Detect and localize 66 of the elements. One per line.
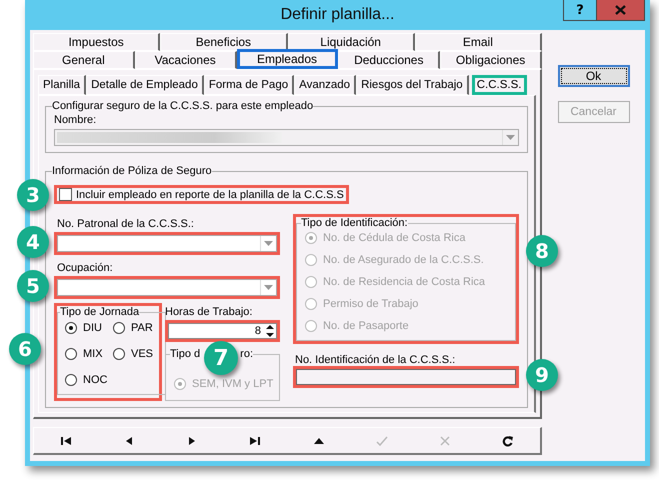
radio-label: NOC: [83, 374, 108, 386]
group-title: Tipo d: [170, 348, 200, 360]
callout-number: 8: [526, 235, 558, 267]
callout-number: 5: [17, 270, 49, 302]
radio-label: DIU: [83, 322, 102, 334]
refresh-icon: [502, 434, 514, 446]
first-record-icon: [60, 434, 72, 446]
tab[interactable]: Liquidación: [288, 33, 415, 51]
field-label: Nombre:: [54, 114, 98, 126]
field-label: No. Identificación de la C.C.S.S.:: [295, 354, 456, 366]
group-title: Tipo de Jornada: [60, 306, 140, 318]
checkmark-icon: [376, 434, 388, 446]
window-title: Definir planilla...: [280, 6, 394, 24]
checkbox-label: Incluir empleado en reporte de la planilla de la C.C.S.S: [76, 188, 344, 200]
close-icon: [615, 5, 626, 15]
hours-spinner[interactable]: 8: [168, 323, 277, 339]
subtab[interactable]: Forma de Pago: [204, 75, 294, 95]
callout-number: 7: [204, 341, 238, 375]
callout-number: 3: [17, 179, 49, 211]
radio-label: No. de Residencia de Costa Rica: [323, 276, 486, 288]
field-label: Horas de Trabajo:: [165, 306, 252, 318]
ok-button[interactable]: Ok: [558, 65, 630, 87]
radio-button[interactable]: [65, 348, 77, 360]
callout-number: 9: [526, 359, 558, 391]
tab[interactable]: Email: [414, 33, 542, 51]
subtab[interactable]: Avanzado: [294, 75, 356, 95]
dropdown-arrow-icon: [264, 285, 273, 290]
subtab[interactable]: Detalle de Empleado: [86, 75, 204, 95]
radio-label: No. de Cédula de Costa Rica: [323, 232, 466, 244]
tab[interactable]: Empleados: [236, 49, 338, 69]
radio-label: No. de Asegurado de la C.C.S.S.: [323, 254, 484, 266]
subtab[interactable]: Planilla: [38, 75, 86, 95]
cross-icon: [439, 434, 452, 446]
tab[interactable]: Impuestos: [33, 33, 160, 51]
radio-label: Permiso de Trabajo: [323, 298, 418, 310]
radio-button[interactable]: [65, 374, 77, 386]
radio-label: SEM, IVM y LPT: [192, 378, 274, 390]
spin-arrows-icon: [266, 324, 274, 338]
radio-button[interactable]: [65, 322, 77, 334]
group-title: ro:: [240, 348, 254, 360]
last-record-icon: [249, 434, 262, 446]
radio-button[interactable]: [113, 348, 125, 360]
subtab[interactable]: Riesgos del Trabajo: [356, 75, 469, 95]
radio-label: VES: [131, 348, 154, 360]
tab[interactable]: Vacaciones: [134, 51, 237, 69]
close-button[interactable]: [597, 0, 645, 21]
tab[interactable]: Beneficios: [160, 33, 288, 51]
group-title: Configurar seguro de la C.C.S.S. para este empleado: [52, 100, 314, 112]
radio-label: No. de Pasaporte: [323, 320, 409, 332]
tab[interactable]: Obligaciones: [440, 51, 542, 69]
group-title: Tipo de Identificación:: [301, 217, 408, 229]
radio-button[interactable]: [113, 322, 125, 334]
field-label: Ocupación:: [57, 262, 113, 274]
radio-label: PAR: [131, 322, 153, 334]
callout-number: 4: [17, 226, 49, 258]
checkbox[interactable]: [59, 188, 72, 201]
dropdown-arrow-icon: [506, 135, 515, 140]
field-label: No. Patronal de la C.C.S.S.:: [57, 218, 194, 230]
dropdown-arrow-icon: [264, 241, 273, 246]
group-title: Información de Póliza de Seguro: [52, 165, 212, 177]
tab[interactable]: Deducciones: [338, 51, 440, 69]
tab[interactable]: General: [33, 51, 135, 69]
callout-number: 6: [9, 333, 41, 365]
help-button[interactable]: ?: [563, 0, 597, 21]
subtab[interactable]: C.C.S.S.: [472, 75, 528, 95]
radio-label: MIX: [83, 348, 103, 360]
